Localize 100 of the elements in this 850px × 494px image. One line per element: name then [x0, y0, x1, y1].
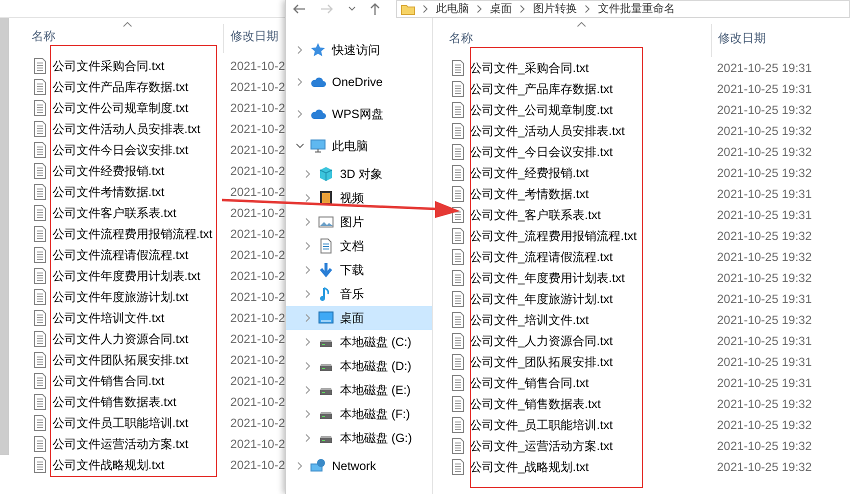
file-name[interactable]: 公司文件_团队拓展安排.txt — [470, 352, 717, 370]
file-name[interactable]: 公司文件_今日会议安排.txt — [470, 142, 717, 160]
file-name[interactable]: 公司文件年度旅游计划.txt — [52, 288, 230, 306]
nav-item[interactable]: 视频 — [286, 186, 432, 210]
address-bar[interactable]: 此电脑 桌面 图片转换 文件批量重命名 — [396, 0, 850, 18]
nav-item[interactable]: 此电脑 — [286, 130, 432, 162]
file-name[interactable]: 公司文件今日会议安排.txt — [52, 140, 230, 158]
nav-item[interactable]: WPS网盘 — [286, 98, 432, 130]
modified-date: 2021-10-25 19:32 — [717, 122, 812, 140]
file-name[interactable]: 公司文件流程费用报销流程.txt — [52, 224, 230, 242]
file-name[interactable]: 公司文件_销售数据表.txt — [470, 394, 717, 412]
modified-date: 2021-10-2 — [230, 372, 285, 390]
file-name[interactable]: 公司文件流程请假流程.txt — [52, 246, 230, 264]
file-name[interactable]: 公司文件_流程费用报销流程.txt — [470, 226, 717, 244]
modified-date: 2021-10-2 — [230, 414, 285, 432]
file-name[interactable]: 公司文件_培训文件.txt — [470, 310, 717, 328]
nav-item[interactable]: 快速访问 — [286, 34, 432, 66]
file-name[interactable]: 公司文件团队拓展安排.txt — [52, 350, 230, 368]
modified-date: 2021-10-25 19:32 — [717, 438, 812, 454]
nav-item[interactable]: OneDrive — [286, 66, 432, 98]
file-name[interactable]: 公司文件_运营活动方案.txt — [470, 436, 717, 454]
modified-date: 2021-10-25 19:32 — [717, 248, 812, 266]
modified-date: 2021-10-25 19:31 — [717, 80, 812, 98]
file-name[interactable]: 公司文件员工职能培训.txt — [52, 414, 230, 432]
nav-item[interactable]: 本地磁盘 (F:) — [286, 402, 432, 426]
nav-item[interactable]: 图片 — [286, 210, 432, 234]
modified-date: 2021-10-25 19:32 — [717, 458, 812, 476]
modified-date: 2021-10-2 — [230, 246, 285, 264]
file-name[interactable]: 公司文件运营活动方案.txt — [52, 434, 230, 452]
file-name[interactable]: 公司文件_采购合同.txt — [470, 58, 717, 76]
breadcrumb-item[interactable]: 图片转换 — [533, 0, 577, 18]
modified-date: 2021-10-2 — [230, 394, 285, 410]
file-name[interactable]: 公司文件_客户联系表.txt — [470, 206, 717, 224]
modified-date: 2021-10-2 — [230, 288, 285, 306]
modified-date: 2021-10-2 — [230, 310, 285, 326]
file-name[interactable]: 公司文件_公司规章制度.txt — [470, 100, 717, 118]
column-header[interactable]: 修改日期 — [230, 26, 278, 44]
nav-item[interactable]: 3D 对象 — [286, 162, 432, 186]
modified-date: 2021-10-25 19:32 — [717, 270, 812, 286]
modified-date: 2021-10-2 — [230, 436, 285, 452]
file-name[interactable]: 公司文件销售合同.txt — [52, 372, 230, 390]
file-name[interactable]: 公司文件客户联系表.txt — [52, 204, 230, 222]
modified-date: 2021-10-25 19:32 — [717, 312, 812, 328]
file-name[interactable]: 公司文件公司规章制度.txt — [52, 98, 230, 116]
modified-date: 2021-10-25 19:31 — [717, 290, 812, 308]
file-name[interactable]: 公司文件_产品库存数据.txt — [470, 80, 717, 98]
modified-date: 2021-10-25 19:31 — [717, 60, 812, 76]
file-name[interactable]: 公司文件_考情数据.txt — [470, 184, 717, 202]
modified-date: 2021-10-25 19:32 — [717, 396, 812, 412]
file-name[interactable]: 公司文件经费报销.txt — [52, 162, 230, 180]
file-name[interactable]: 公司文件_流程请假流程.txt — [470, 248, 717, 266]
file-name[interactable]: 公司文件考情数据.txt — [52, 182, 230, 200]
modified-date: 2021-10-25 19:32 — [717, 144, 812, 160]
modified-date: 2021-10-2 — [230, 78, 285, 96]
modified-date: 2021-10-25 19:32 — [717, 228, 812, 244]
nav-item[interactable]: 本地磁盘 (G:) — [286, 426, 432, 450]
nav-item[interactable]: 本地磁盘 (D:) — [286, 354, 432, 378]
modified-date: 2021-10-2 — [230, 226, 285, 242]
breadcrumb-item[interactable]: 文件批量重命名 — [598, 0, 675, 18]
modified-date: 2021-10-25 19:31 — [717, 374, 812, 392]
modified-date: 2021-10-2 — [230, 352, 285, 368]
modified-date: 2021-10-25 19:31 — [717, 332, 812, 350]
file-name[interactable]: 公司文件_活动人员安排表.txt — [470, 122, 717, 140]
file-name[interactable]: 公司文件人力资源合同.txt — [52, 330, 230, 348]
modified-date: 2021-10-2 — [230, 100, 285, 116]
nav-item[interactable]: 下载 — [286, 258, 432, 282]
file-name[interactable]: 公司文件培训文件.txt — [52, 308, 230, 326]
file-name[interactable]: 公司文件_年度旅游计划.txt — [470, 290, 717, 308]
file-name[interactable]: 公司文件_经费报销.txt — [470, 164, 717, 182]
modified-date: 2021-10-25 19:31 — [717, 206, 812, 224]
column-header[interactable]: 名称 — [31, 26, 56, 44]
file-name[interactable]: 公司文件采购合同.txt — [52, 56, 230, 74]
file-name[interactable]: 公司文件_销售合同.txt — [470, 374, 717, 392]
nav-item[interactable]: Network — [286, 450, 432, 482]
nav-item[interactable]: 文档 — [286, 234, 432, 258]
file-name[interactable]: 公司文件_战略规划.txt — [470, 458, 717, 476]
modified-date: 2021-10-2 — [230, 162, 285, 180]
column-header[interactable]: 名称 — [449, 28, 473, 46]
file-name[interactable]: 公司文件年度费用计划表.txt — [52, 266, 230, 284]
modified-date: 2021-10-2 — [230, 184, 285, 200]
modified-date: 2021-10-25 19:32 — [717, 102, 812, 118]
file-name[interactable]: 公司文件活动人员安排表.txt — [52, 120, 230, 138]
file-name[interactable]: 公司文件销售数据表.txt — [52, 392, 230, 410]
nav-item[interactable]: 音乐 — [286, 282, 432, 306]
nav-item[interactable]: 本地磁盘 (E:) — [286, 378, 432, 402]
modified-date: 2021-10-2 — [230, 204, 285, 222]
modified-date: 2021-10-2 — [230, 142, 285, 158]
file-name[interactable]: 公司文件战略规划.txt — [52, 456, 230, 474]
nav-item[interactable]: 桌面 — [286, 306, 432, 330]
modified-date: 2021-10-2 — [230, 330, 285, 348]
file-name[interactable]: 公司文件_员工职能培训.txt — [470, 416, 717, 434]
file-name[interactable]: 公司文件_年度费用计划表.txt — [470, 268, 717, 286]
breadcrumb-item[interactable]: 此电脑 — [436, 0, 469, 18]
nav-item[interactable]: 本地磁盘 (C:) — [286, 330, 432, 354]
file-name[interactable]: 公司文件产品库存数据.txt — [52, 78, 230, 96]
modified-date: 2021-10-2 — [230, 456, 285, 474]
modified-date: 2021-10-25 19:32 — [717, 164, 812, 182]
breadcrumb-item[interactable]: 桌面 — [490, 0, 512, 18]
file-name[interactable]: 公司文件_人力资源合同.txt — [470, 332, 717, 350]
column-header[interactable]: 修改日期 — [718, 28, 766, 46]
